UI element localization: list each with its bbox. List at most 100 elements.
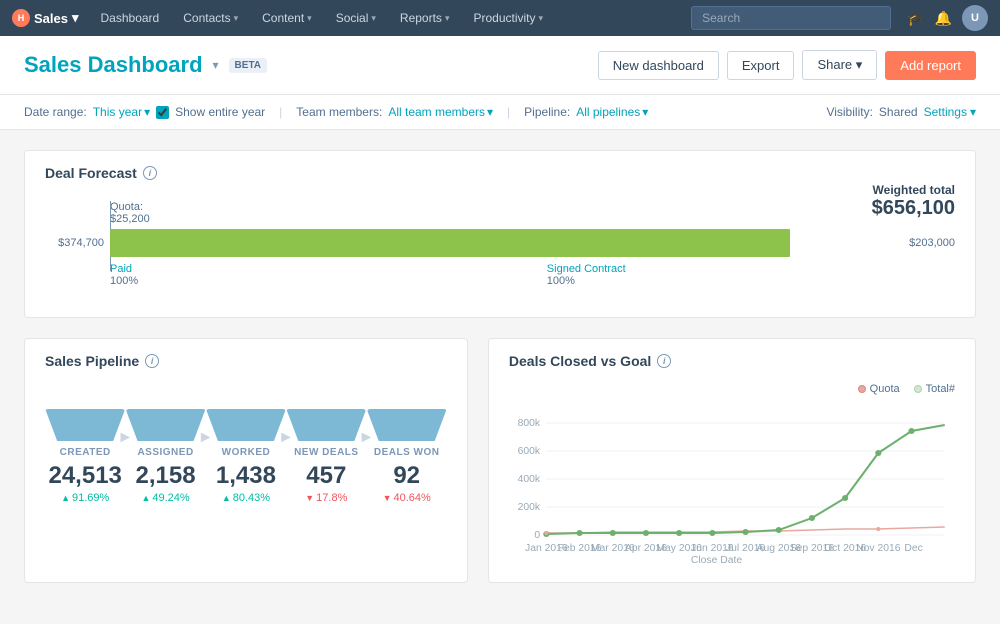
sales-pipeline-info-icon[interactable]: i	[145, 354, 159, 368]
nav-logo[interactable]: H Sales ▾	[12, 9, 79, 27]
pipeline-chevron: ▾	[642, 105, 648, 119]
stat-label-assigned: ASSIGNED	[137, 447, 193, 458]
legend-total-label: Total#	[926, 383, 955, 395]
funnel-icon-5	[367, 409, 447, 441]
team-members-value[interactable]: All team members ▾	[388, 105, 493, 119]
signed-contract-label[interactable]: Signed Contract	[547, 263, 626, 275]
funnel-icon-2	[126, 409, 206, 441]
deals-closed-header: Deals Closed vs Goal i	[489, 339, 975, 379]
page-header: Sales Dashboard ▾ Beta New dashboard Exp…	[0, 36, 1000, 95]
page-header-left: Sales Dashboard ▾ Beta	[24, 52, 267, 78]
legend-quota-label: Quota	[870, 383, 900, 395]
chart-dot-may	[676, 530, 682, 536]
arrow-down-new-deals: ▼	[305, 493, 314, 503]
chart-dot-mar	[610, 530, 616, 536]
quota-label: Quota:	[110, 201, 143, 213]
deal-forecast-body: Weighted total $656,100 Quota: $25,200	[25, 191, 975, 317]
chart-dot-aug	[776, 527, 782, 533]
date-range-value[interactable]: This year ▾	[93, 105, 150, 119]
stat-created: CREATED 24,513 ▲ 91.69%	[45, 409, 125, 504]
nav-reports-chevron: ▾	[445, 13, 450, 24]
deals-closed-widget: Deals Closed vs Goal i Quota Total#	[488, 338, 976, 583]
stat-label-deals-won: DEALS WON	[374, 447, 440, 458]
bottom-row: Sales Pipeline i CREATED 24,513 ▲ 91.69%	[24, 338, 976, 583]
bar-amount-right: $203,000	[909, 237, 955, 249]
dashboard-body: Deal Forecast i Weighted total $656,100 …	[0, 130, 1000, 603]
nav-item-contacts[interactable]: Contacts ▾	[173, 0, 248, 36]
header-actions: New dashboard Export Share ▾ Add report	[598, 50, 976, 80]
stat-worked: WORKED 1,438 ▲ 80.43%	[206, 409, 286, 504]
paid-pct: 100%	[110, 275, 138, 287]
stat-label-worked: WORKED	[222, 447, 271, 458]
nav-item-productivity[interactable]: Productivity ▾	[463, 0, 553, 36]
nav-item-dashboard[interactable]: Dashboard	[91, 0, 170, 36]
chart-dot-nov	[875, 450, 881, 456]
page-title: Sales Dashboard	[24, 52, 203, 78]
quota-dot-jan	[544, 531, 548, 535]
funnel-icon-3	[206, 409, 286, 441]
nav-icons-group: 🎓 🔔 U	[907, 5, 988, 31]
stat-value-deals-won: 92	[393, 462, 420, 490]
svg-text:400k: 400k	[518, 474, 541, 485]
beta-badge: Beta	[229, 58, 267, 73]
stat-delta-worked: ▲ 80.43%	[222, 492, 270, 504]
svg-text:200k: 200k	[518, 502, 541, 513]
main-content: Sales Dashboard ▾ Beta New dashboard Exp…	[0, 36, 1000, 624]
settings-link[interactable]: Settings ▾	[924, 105, 976, 119]
notifications-icon[interactable]: 🔔	[935, 10, 952, 27]
nav-social-chevron: ▾	[371, 13, 376, 24]
sales-pipeline-header: Sales Pipeline i	[25, 339, 467, 379]
chart-dot-jun	[709, 530, 715, 536]
svg-text:600k: 600k	[518, 446, 541, 457]
export-button[interactable]: Export	[727, 51, 795, 80]
deal-forecast-info-icon[interactable]: i	[143, 166, 157, 180]
show-entire-year-checkbox[interactable]	[156, 106, 169, 119]
arrow-up-created: ▲	[61, 493, 70, 503]
deals-closed-title: Deals Closed vs Goal	[509, 353, 651, 369]
nav-item-reports[interactable]: Reports ▾	[390, 0, 460, 36]
date-range-label: Date range:	[24, 105, 87, 119]
deal-forecast-widget: Deal Forecast i Weighted total $656,100 …	[24, 150, 976, 318]
avatar[interactable]: U	[962, 5, 988, 31]
stat-delta-deals-won: ▼ 40.64%	[383, 492, 431, 504]
pipeline-value[interactable]: All pipelines ▾	[576, 105, 648, 119]
date-range-chevron: ▾	[144, 105, 150, 119]
pipeline-label: Pipeline:	[524, 105, 570, 119]
share-button[interactable]: Share ▾	[802, 50, 877, 80]
stat-value-created: 24,513	[48, 462, 121, 490]
quota-dot-nov	[876, 527, 880, 531]
arrow-down-deals-won: ▼	[383, 493, 392, 503]
legend-dot-quota	[858, 385, 866, 393]
stat-delta-created: ▲ 91.69%	[61, 492, 109, 504]
stat-value-new-deals: 457	[306, 462, 346, 490]
stat-assigned: ASSIGNED 2,158 ▲ 49.24%	[125, 409, 205, 504]
bar-amount-left: $374,700	[45, 237, 110, 249]
forecast-bar-row: $374,700 $203,000	[45, 229, 955, 257]
filter-bar-right: Visibility: Shared Settings ▾	[826, 105, 976, 119]
deals-closed-info-icon[interactable]: i	[657, 354, 671, 368]
legend-total: Total#	[914, 383, 955, 395]
academy-icon[interactable]: 🎓	[907, 10, 924, 27]
search-input[interactable]	[691, 6, 891, 30]
nav-item-social[interactable]: Social ▾	[326, 0, 386, 36]
arrow-up-assigned: ▲	[141, 493, 150, 503]
chart-dot-sep	[809, 515, 815, 521]
quota-amount: $25,200	[110, 213, 150, 225]
show-entire-year-label: Show entire year	[175, 105, 265, 119]
add-report-button[interactable]: Add report	[885, 51, 976, 80]
top-navigation: H Sales ▾ Dashboard Contacts ▾ Content ▾…	[0, 0, 1000, 36]
filter-bar: Date range: This year ▾ Show entire year…	[0, 95, 1000, 130]
nav-item-content[interactable]: Content ▾	[252, 0, 322, 36]
chart-dot-apr	[643, 530, 649, 536]
nav-productivity-chevron: ▾	[539, 13, 544, 24]
sales-pipeline-title: Sales Pipeline	[45, 353, 139, 369]
page-title-dropdown[interactable]: ▾	[213, 58, 219, 72]
paid-label[interactable]: Paid	[110, 263, 138, 275]
legend-dot-total	[914, 385, 922, 393]
stat-value-assigned: 2,158	[136, 462, 196, 490]
signed-pct: 100%	[547, 275, 626, 287]
funnel-icon-1	[45, 409, 125, 441]
new-dashboard-button[interactable]: New dashboard	[598, 51, 719, 80]
filter-sep-1: |	[279, 105, 282, 119]
stat-deals-won: DEALS WON 92 ▼ 40.64%	[367, 409, 447, 504]
